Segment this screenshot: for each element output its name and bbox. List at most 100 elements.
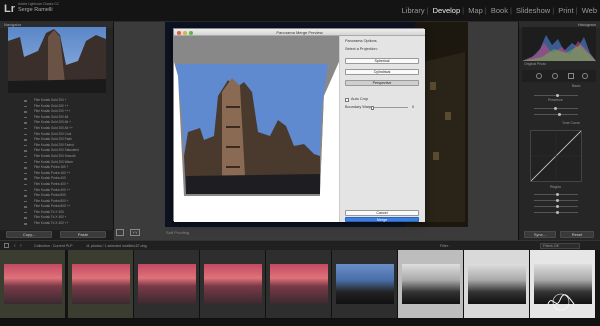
module-separator: |: [509, 6, 512, 15]
close-dot-icon[interactable]: [177, 30, 181, 35]
sync-button[interactable]: Sync...: [524, 231, 556, 238]
panorama-options: Panorama Options Select a Projection: Sp…: [339, 36, 425, 222]
slider-exposure[interactable]: [534, 94, 578, 97]
module-slideshow[interactable]: Slideshow: [516, 6, 550, 15]
presence-header: Presence: [548, 98, 563, 102]
top-bar: Lr Adobe Lightroom Classic CC Serge Rame…: [0, 0, 600, 22]
identity-plate: Serge Ramelli: [18, 7, 53, 13]
auto-crop-checkbox[interactable]: [345, 98, 349, 102]
module-develop[interactable]: Develop: [433, 6, 461, 15]
filmstrip-cell[interactable]: [464, 250, 530, 318]
slider-darks[interactable]: [534, 205, 578, 208]
filter-select[interactable]: Filters Off: [540, 243, 580, 249]
zoom-dot-icon[interactable]: [189, 30, 193, 35]
cylindrical-button[interactable]: Cylindrical: [345, 69, 419, 75]
filmstrip-thumbnail[interactable]: [336, 264, 394, 304]
paste-button[interactable]: Paste: [60, 231, 106, 238]
dialog-titlebar: Panorama Merge Preview: [174, 29, 425, 36]
filmstrip: [0, 250, 600, 318]
filmstrip-cell[interactable]: [134, 250, 200, 318]
presets-list: Film Kodak Gold 200 + Film Kodak Gold 200…: [0, 98, 114, 226]
signature-watermark: [546, 292, 576, 312]
module-separator: |: [426, 6, 429, 15]
filmstrip-cell[interactable]: [68, 250, 134, 318]
next-arrow-icon[interactable]: ›: [20, 243, 22, 249]
filmstrip-thumbnail[interactable]: [468, 264, 526, 304]
panorama-preview: [174, 36, 339, 222]
filmstrip-cell[interactable]: [332, 250, 398, 318]
slider-shadows[interactable]: [534, 211, 578, 214]
basic-header[interactable]: Basic: [572, 84, 581, 89]
slider-highlights[interactable]: [534, 193, 578, 196]
filter-label: Filter :: [440, 244, 450, 248]
crop-tool-icon[interactable]: [536, 73, 542, 79]
filmstrip-thumbnail[interactable]: [204, 264, 262, 304]
minimize-dot-icon[interactable]: [183, 30, 187, 35]
filmstrip-cell[interactable]: [200, 250, 266, 318]
soft-proofing-label[interactable]: Soft Proofing: [166, 230, 189, 235]
loupe-view-icon[interactable]: [116, 229, 124, 236]
boundary-warp-label: Boundary Warp: [345, 105, 372, 109]
slider-knob[interactable]: [556, 199, 559, 202]
filmstrip-cell[interactable]: [398, 250, 464, 318]
slider-knob[interactable]: [556, 205, 559, 208]
module-web[interactable]: Web: [582, 6, 597, 15]
boundary-warp-value: 0: [412, 105, 415, 109]
filmstrip-thumbnail[interactable]: [4, 264, 62, 304]
slider-knob[interactable]: [556, 211, 559, 214]
histogram-graph: [522, 35, 596, 61]
cancel-button[interactable]: Cancel: [345, 210, 419, 216]
slider-vibrance[interactable]: [534, 113, 578, 116]
spot-removal-icon[interactable]: [552, 73, 558, 79]
filmstrip-cell[interactable]: [266, 250, 332, 318]
slider-knob[interactable]: [371, 105, 374, 110]
module-picker: Library | Develop | Map | Book | Slideshow | …: [401, 6, 598, 15]
module-separator: |: [575, 6, 578, 15]
navigator-preview[interactable]: [8, 27, 106, 93]
auto-crop-label: Auto Crop: [351, 97, 369, 101]
slider-lights[interactable]: [534, 199, 578, 202]
prev-arrow-icon[interactable]: ‹: [14, 243, 16, 249]
slider-knob[interactable]: [556, 94, 559, 97]
slider-knob[interactable]: [556, 193, 559, 196]
filmstrip-thumbnail[interactable]: [72, 264, 130, 304]
preset-item[interactable]: Film Kodak Tri-X 400 ++: [0, 221, 114, 226]
tone-curve-header[interactable]: Tone Curve: [562, 121, 580, 126]
catalog-name: Adobe Lightroom Classic CC: [18, 2, 59, 6]
tone-curve-line: [530, 130, 582, 182]
copy-button[interactable]: Copy...: [6, 231, 52, 238]
slider-knob[interactable]: [554, 107, 557, 110]
before-after-icon[interactable]: YY: [130, 229, 140, 236]
grid-view-icon[interactable]: [4, 243, 9, 248]
filmstrip-cell[interactable]: [0, 250, 66, 318]
photo-count: 11 photos / 1 selected /untitled-67.dng: [86, 244, 147, 248]
graduated-filter-icon[interactable]: [568, 73, 574, 79]
original-photo-label: Original Photo: [524, 62, 547, 66]
panorama-merge-dialog: Panorama Merge Preview Panorama Options …: [173, 28, 425, 222]
collection-source[interactable]: Collection : Current PLP: [34, 244, 73, 248]
tone-curve-graph[interactable]: [530, 130, 582, 182]
merge-button[interactable]: Merge: [345, 217, 419, 222]
slider-clarity[interactable]: [534, 107, 578, 110]
dialog-title: Panorama Merge Preview: [276, 30, 323, 35]
signature-watermark-image: [547, 293, 575, 311]
slider-knob[interactable]: [558, 113, 561, 116]
filmstrip-thumbnail[interactable]: [270, 264, 328, 304]
module-map[interactable]: Map: [468, 6, 483, 15]
copy-paste-bar: Copy... Paste: [0, 230, 114, 240]
module-book[interactable]: Book: [491, 6, 508, 15]
filmstrip-thumbnail[interactable]: [402, 264, 460, 304]
reset-button[interactable]: Reset: [560, 231, 594, 238]
filmstrip-thumbnail[interactable]: [138, 264, 196, 304]
projection-label: Select a Projection:: [345, 47, 378, 51]
module-library[interactable]: Library: [402, 6, 425, 15]
module-print[interactable]: Print: [558, 6, 573, 15]
spherical-button[interactable]: Spherical: [345, 58, 419, 64]
histogram[interactable]: [522, 27, 596, 61]
perspective-button[interactable]: Perspective: [345, 80, 419, 86]
panorama-preview-image: [174, 36, 339, 222]
boundary-warp-slider[interactable]: [371, 105, 408, 110]
region-label: Region: [550, 185, 562, 189]
radial-filter-icon[interactable]: [582, 73, 588, 79]
filmstrip-bar: ‹ › Collection : Current PLP 11 photos /…: [0, 240, 600, 250]
